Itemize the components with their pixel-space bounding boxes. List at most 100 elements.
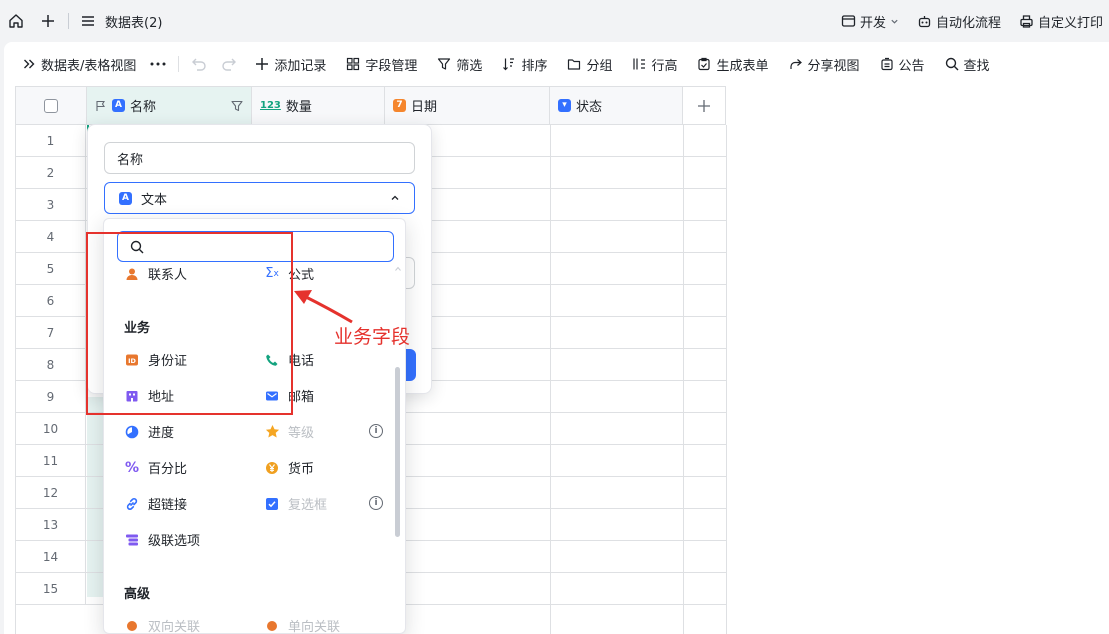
field-name-value: 名称: [117, 152, 144, 168]
column-header-status[interactable]: ▾ 状态: [550, 87, 683, 125]
row-height-button[interactable]: 行高: [632, 55, 677, 74]
share-view-label: 分享视图: [807, 58, 860, 74]
row-number[interactable]: 6: [16, 285, 86, 317]
automation-button[interactable]: 自动化流程: [917, 12, 1001, 31]
option-label: 双向关联: [148, 620, 201, 634]
field-type-value: 文本: [141, 192, 168, 208]
row-number[interactable]: 9: [16, 381, 86, 413]
field-type-select[interactable]: A 文本: [104, 182, 415, 214]
option-label: 超链接: [148, 498, 188, 513]
column-label: 日期: [411, 100, 438, 115]
add-record-button[interactable]: 添加记录: [255, 55, 326, 74]
option-label: 复选框: [288, 498, 328, 513]
plus-icon: [698, 99, 710, 112]
develop-label: 开发: [859, 15, 886, 31]
grid-icon: [347, 57, 360, 71]
add-column-button[interactable]: [683, 87, 726, 125]
row-number[interactable]: 3: [16, 189, 86, 221]
develop-button[interactable]: 开发: [841, 12, 899, 31]
info-icon[interactable]: i: [369, 496, 383, 510]
filter-icon[interactable]: [231, 100, 243, 112]
text-type-icon: A: [112, 99, 125, 112]
sort-icon: [503, 58, 515, 71]
home-icon[interactable]: [0, 0, 32, 42]
star-icon: [264, 424, 280, 440]
column-header-name[interactable]: A 名称: [87, 87, 252, 125]
info-icon[interactable]: i: [369, 424, 383, 438]
share-icon: [789, 59, 802, 69]
option-hyperlink[interactable]: 超链接: [124, 494, 187, 513]
document-title: 数据表(2): [105, 15, 163, 31]
row-number[interactable]: 4: [16, 221, 86, 253]
generate-form-label: 生成表单: [716, 58, 769, 74]
date-type-icon: 7: [393, 99, 406, 112]
select-all-header[interactable]: [16, 87, 87, 125]
printer-icon: [1020, 14, 1033, 28]
row-number[interactable]: 15: [16, 573, 86, 605]
row-number[interactable]: 2: [16, 157, 86, 189]
redo-button[interactable]: [221, 57, 237, 71]
scroll-up-arrow-icon: [395, 266, 401, 271]
section-advanced-heading: 高级: [124, 587, 151, 602]
clipboard-icon: [698, 57, 711, 71]
more-options-button[interactable]: [150, 62, 166, 66]
menu-icon[interactable]: [77, 0, 99, 42]
view-name: 数据表/表格视图: [41, 58, 137, 74]
option-percent[interactable]: % 百分比: [124, 458, 187, 478]
column-label: 数量: [285, 100, 312, 115]
progress-pie-icon: [124, 424, 140, 440]
option-rating[interactable]: 等级: [264, 422, 314, 441]
option-two-way-link[interactable]: 双向关联: [124, 616, 201, 634]
more-dots-icon: [150, 62, 166, 66]
row-number[interactable]: 13: [16, 509, 86, 541]
generate-form-button[interactable]: 生成表单: [697, 55, 769, 74]
row-number[interactable]: 11: [16, 445, 86, 477]
announcement-button[interactable]: 公告: [880, 55, 925, 74]
divider: [68, 13, 69, 29]
top-bar: 数据表(2) 开发 自动化流程 自定义打印: [0, 0, 1109, 42]
folder-icon: [568, 59, 581, 70]
percent-icon: %: [124, 459, 140, 476]
chevron-down-icon: [891, 19, 898, 24]
row-number[interactable]: 1: [16, 125, 86, 157]
row-number[interactable]: 7: [16, 317, 86, 349]
divider: [178, 56, 180, 72]
dropdown-scrollbar[interactable]: [395, 367, 400, 537]
plus-icon: [256, 58, 269, 70]
option-progress[interactable]: 进度: [124, 422, 174, 441]
select-type-icon: ▾: [558, 99, 571, 112]
option-label: 进度: [148, 426, 175, 441]
row-number[interactable]: 8: [16, 349, 86, 381]
find-button[interactable]: 查找: [945, 55, 990, 74]
option-one-way-link[interactable]: 单向关联: [264, 616, 340, 633]
option-currency[interactable]: 货币: [264, 458, 314, 477]
filter-button[interactable]: 筛选: [437, 55, 482, 74]
option-cascade[interactable]: 级联选项: [124, 530, 200, 549]
option-checkbox[interactable]: 复选框: [264, 494, 327, 513]
undo-button[interactable]: [191, 57, 207, 71]
redo-icon: [222, 58, 237, 71]
column-header-quantity[interactable]: 123 数量: [252, 87, 385, 125]
field-name-input[interactable]: 名称: [104, 142, 415, 174]
search-icon: [945, 57, 959, 71]
sort-button[interactable]: 排序: [502, 55, 547, 74]
double-chevron-right-icon: [24, 59, 35, 69]
column-divider: [726, 125, 727, 634]
cascade-icon: [124, 532, 140, 548]
row-number[interactable]: 12: [16, 477, 86, 509]
field-manage-button[interactable]: 字段管理: [346, 55, 417, 74]
row-number[interactable]: 5: [16, 253, 86, 285]
group-button[interactable]: 分组: [567, 55, 612, 74]
view-switcher[interactable]: 数据表/表格视图: [22, 55, 136, 74]
add-tab-icon[interactable]: [32, 0, 64, 42]
share-view-button[interactable]: 分享视图: [789, 55, 860, 74]
select-all-checkbox[interactable]: [44, 98, 58, 113]
row-number[interactable]: 14: [16, 541, 86, 573]
column-header-date[interactable]: 7 日期: [385, 87, 550, 125]
row-number[interactable]: 10: [16, 413, 86, 445]
two-way-link-icon: [124, 618, 140, 634]
primary-flag-icon: [96, 100, 105, 111]
option-label: 等级: [288, 426, 315, 441]
robot-icon: [918, 15, 931, 27]
custom-print-button[interactable]: 自定义打印: [1019, 12, 1103, 31]
